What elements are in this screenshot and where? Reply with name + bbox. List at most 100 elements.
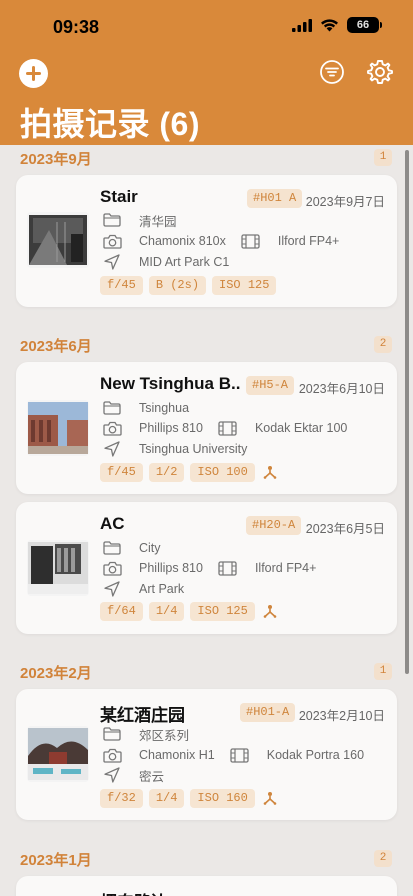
shutter-chip: 1/4 bbox=[148, 788, 185, 808]
wifi-icon bbox=[321, 19, 338, 32]
location-arrow-icon bbox=[102, 254, 122, 270]
record-date: 2023年6月10日 bbox=[298, 382, 385, 396]
filter-button[interactable] bbox=[319, 59, 345, 85]
folder-label: 郊区系列 bbox=[139, 728, 190, 743]
section-title: 2023年2月 bbox=[20, 665, 92, 682]
gear-row: Chamonix 810x Ilford FP4+ bbox=[102, 232, 339, 250]
folder-label: City bbox=[139, 541, 161, 555]
status-icons: 66 bbox=[292, 17, 382, 33]
film-icon bbox=[241, 233, 261, 249]
section-count-badge: 1 bbox=[374, 663, 392, 680]
folder-row: City bbox=[102, 539, 161, 557]
section-header: 2023年9月 1 bbox=[0, 145, 413, 171]
gear-row: Chamonix H1 Kodak Portra 160 bbox=[102, 746, 364, 764]
record-title: New Tsinghua B... bbox=[100, 374, 240, 393]
settings-button[interactable] bbox=[366, 58, 394, 86]
folder-icon bbox=[102, 726, 122, 742]
film-icon bbox=[230, 747, 250, 763]
app-header: 09:38 66 拍摄记录 (6) bbox=[0, 0, 413, 145]
record-card[interactable]: AC #H20-A 2023年6月5日 City Phillips 810 Il… bbox=[16, 502, 397, 634]
filter-icon bbox=[320, 60, 344, 84]
cellular-signal-icon bbox=[292, 18, 312, 32]
iso-chip: ISO 125 bbox=[190, 601, 255, 621]
folder-row: 清华园 bbox=[102, 211, 177, 229]
tripod-icon bbox=[263, 605, 277, 618]
iso-chip: ISO 100 bbox=[190, 462, 255, 482]
shutter-chip: 1/4 bbox=[148, 601, 185, 621]
camera-label: Phillips 810 bbox=[139, 421, 203, 435]
record-date: 2023年6月5日 bbox=[305, 522, 385, 536]
record-thumbnail bbox=[27, 540, 89, 596]
folder-label: 清华园 bbox=[139, 214, 177, 229]
section-title: 2023年1月 bbox=[20, 852, 92, 869]
folder-icon bbox=[102, 400, 122, 416]
section-count-badge: 2 bbox=[374, 850, 392, 867]
section-title: 2023年9月 bbox=[20, 151, 92, 168]
film-code-badge: #H01-A bbox=[240, 703, 296, 722]
camera-label: Chamonix H1 bbox=[139, 748, 215, 762]
tripod-icon bbox=[263, 466, 277, 479]
film-code-badge: #H5-A bbox=[246, 376, 295, 395]
location-label: 密云 bbox=[139, 769, 165, 784]
section-title: 2023年6月 bbox=[20, 338, 92, 355]
location-row: 密云 bbox=[102, 766, 164, 784]
record-card[interactable]: New Tsinghua B... #H5-A 2023年6月10日 Tsing… bbox=[16, 362, 397, 494]
section-count-badge: 2 bbox=[374, 336, 392, 353]
record-card[interactable]: 烟囱路边 bbox=[16, 876, 397, 896]
record-title: AC bbox=[100, 514, 125, 533]
gear-icon bbox=[367, 60, 393, 84]
film-label: Ilford FP4+ bbox=[254, 561, 317, 575]
folder-row: 郊区系列 bbox=[102, 725, 189, 743]
tripod-icon bbox=[263, 792, 277, 805]
location-arrow-icon bbox=[102, 581, 122, 597]
iso-chip: ISO 160 bbox=[190, 788, 255, 808]
page-title: 拍摄记录 (6) bbox=[20, 106, 201, 142]
film-code-badge: #H01 A bbox=[247, 189, 303, 208]
section-header: 2023年6月 2 bbox=[0, 332, 413, 358]
record-card[interactable]: 某红酒庄园 #H01-A 2023年2月10日 郊区系列 Chamonix H1… bbox=[16, 689, 397, 820]
gear-row: Phillips 810 Ilford FP4+ bbox=[102, 559, 316, 577]
battery-indicator: 66 bbox=[347, 17, 382, 33]
location-row: Art Park bbox=[102, 580, 184, 598]
add-record-button[interactable] bbox=[19, 59, 48, 88]
location-label: Art Park bbox=[139, 582, 185, 596]
aperture-chip: f/45 bbox=[100, 275, 143, 295]
shutter-chip: 1/2 bbox=[148, 462, 185, 482]
camera-icon bbox=[102, 560, 122, 576]
exposure-chips: f/45 B (2s) ISO 125 bbox=[100, 275, 277, 295]
camera-label: Phillips 810 bbox=[139, 561, 203, 575]
folder-icon bbox=[102, 540, 122, 556]
shutter-chip: B (2s) bbox=[148, 275, 207, 295]
record-thumbnail bbox=[27, 726, 89, 782]
gear-row: Phillips 810 Kodak Ektar 100 bbox=[102, 419, 347, 437]
film-icon bbox=[218, 560, 238, 576]
folder-label: Tsinghua bbox=[139, 401, 190, 415]
record-thumbnail bbox=[27, 400, 89, 456]
location-label: MID Art Park C1 bbox=[139, 255, 230, 269]
section-header: 2023年1月 2 bbox=[0, 846, 413, 872]
location-arrow-icon bbox=[102, 767, 122, 783]
scrollbar[interactable] bbox=[405, 150, 409, 674]
film-label: Kodak Ektar 100 bbox=[254, 421, 348, 435]
exposure-chips: f/45 1/2 ISO 100 bbox=[100, 462, 277, 482]
record-date: 2023年9月7日 bbox=[305, 195, 385, 209]
folder-icon bbox=[102, 212, 122, 228]
record-card[interactable]: Stair #H01 A 2023年9月7日 清华园 Chamonix 810x… bbox=[16, 175, 397, 307]
camera-label: Chamonix 810x bbox=[139, 234, 226, 248]
record-title: 烟囱路边 bbox=[100, 888, 168, 896]
status-time: 09:38 bbox=[53, 17, 100, 37]
folder-row: Tsinghua bbox=[102, 399, 189, 417]
film-label: Kodak Portra 160 bbox=[266, 748, 365, 762]
record-title: 某红酒庄园 bbox=[100, 706, 185, 725]
iso-chip: ISO 125 bbox=[212, 275, 277, 295]
location-row: Tsinghua University bbox=[102, 440, 247, 458]
plus-icon bbox=[26, 66, 41, 81]
film-label: Ilford FP4+ bbox=[277, 234, 340, 248]
aperture-chip: f/32 bbox=[100, 788, 143, 808]
aperture-chip: f/45 bbox=[100, 462, 143, 482]
record-date: 2023年2月10日 bbox=[298, 709, 385, 723]
film-code-badge: #H20-A bbox=[246, 516, 302, 535]
section-header: 2023年2月 1 bbox=[0, 659, 413, 685]
location-row: MID Art Park C1 bbox=[102, 253, 229, 271]
record-title: Stair bbox=[100, 187, 138, 206]
